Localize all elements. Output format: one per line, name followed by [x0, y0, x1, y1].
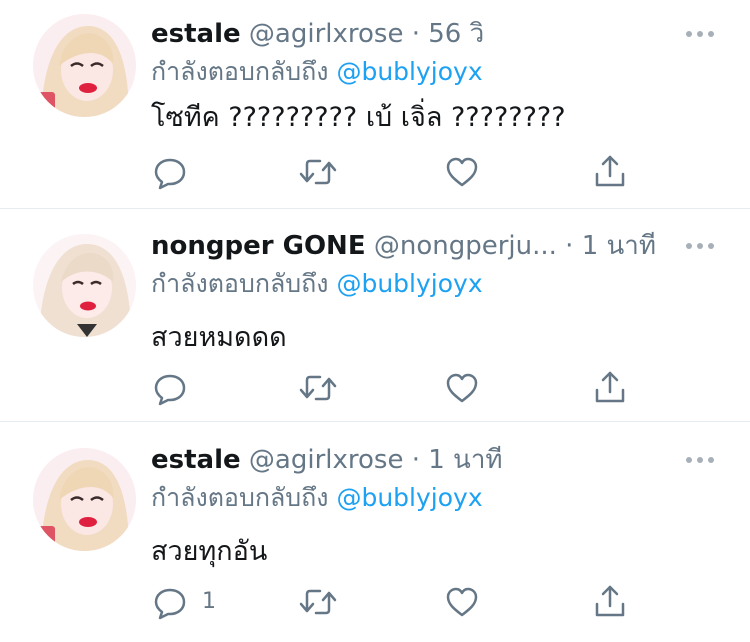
- replying-to-link[interactable]: @bublyjoyx: [336, 269, 482, 298]
- replying-to: กำลังตอบกลับถึง @bublyjoyx: [151, 264, 483, 304]
- timestamp[interactable]: 1 นาที: [582, 231, 656, 261]
- timestamp[interactable]: 1 นาที: [428, 445, 502, 475]
- reply-button[interactable]: [152, 152, 188, 192]
- display-name[interactable]: estale: [151, 445, 241, 475]
- reply-count: 1: [202, 589, 216, 614]
- user-handle[interactable]: @agirlxrose: [249, 19, 404, 49]
- tweet-header: estale @agirlxrose · 1 นาที: [151, 440, 503, 480]
- display-name[interactable]: estale: [151, 19, 241, 49]
- tweet-text: สวยทุกอัน: [151, 536, 268, 567]
- more-icon[interactable]: [684, 14, 716, 54]
- avatar[interactable]: [33, 234, 136, 337]
- separator: ·: [565, 231, 574, 261]
- reply-button[interactable]: [152, 582, 188, 622]
- retweet-button[interactable]: [298, 368, 338, 408]
- divider: [0, 421, 750, 422]
- replying-to-label: กำลังตอบกลับถึง: [151, 269, 329, 298]
- reply-button[interactable]: [152, 368, 188, 408]
- retweet-button[interactable]: [298, 582, 338, 622]
- retweet-icon: [299, 375, 337, 401]
- like-icon: [446, 373, 478, 403]
- share-button[interactable]: [592, 582, 628, 622]
- reply-icon: [154, 158, 186, 190]
- share-button[interactable]: [592, 368, 628, 408]
- share-icon: [595, 371, 625, 403]
- reply-icon: [154, 588, 186, 620]
- share-button[interactable]: [592, 152, 628, 192]
- replying-to-link[interactable]: @bublyjoyx: [336, 483, 482, 512]
- separator: ·: [411, 445, 420, 475]
- more-icon[interactable]: [684, 226, 716, 266]
- display-name[interactable]: nongper GONE: [151, 231, 366, 261]
- tweet-text: โซทีค ????????? เบ้ เจิ่ล ????????: [151, 102, 566, 133]
- retweet-icon: [299, 159, 337, 185]
- avatar[interactable]: [33, 14, 136, 117]
- timeline: estale @agirlxrose · 56 วิ กำลังตอบกลับถ…: [0, 0, 750, 642]
- more-icon[interactable]: [684, 440, 716, 480]
- share-icon: [595, 585, 625, 617]
- like-button[interactable]: [444, 152, 480, 192]
- share-icon: [595, 155, 625, 187]
- like-button[interactable]: [444, 582, 480, 622]
- timestamp[interactable]: 56 วิ: [428, 19, 484, 49]
- divider: [0, 208, 750, 209]
- like-icon: [446, 157, 478, 187]
- retweet-icon: [299, 589, 337, 615]
- tweet-header: estale @agirlxrose · 56 วิ: [151, 14, 484, 54]
- separator: ·: [411, 19, 420, 49]
- tweet-text: สวยหมดดด: [151, 322, 287, 353]
- avatar[interactable]: [33, 448, 136, 551]
- replying-to: กำลังตอบกลับถึง @bublyjoyx: [151, 478, 483, 518]
- like-icon: [446, 587, 478, 617]
- replying-to: กำลังตอบกลับถึง @bublyjoyx: [151, 52, 483, 92]
- replying-to-label: กำลังตอบกลับถึง: [151, 57, 329, 86]
- reply-icon: [154, 374, 186, 406]
- user-handle[interactable]: @agirlxrose: [249, 445, 404, 475]
- user-handle[interactable]: @nongperju...: [374, 231, 557, 261]
- replying-to-label: กำลังตอบกลับถึง: [151, 483, 329, 512]
- tweet-header: nongper GONE @nongperju... · 1 นาที: [151, 226, 656, 266]
- retweet-button[interactable]: [298, 152, 338, 192]
- replying-to-link[interactable]: @bublyjoyx: [336, 57, 482, 86]
- like-button[interactable]: [444, 368, 480, 408]
